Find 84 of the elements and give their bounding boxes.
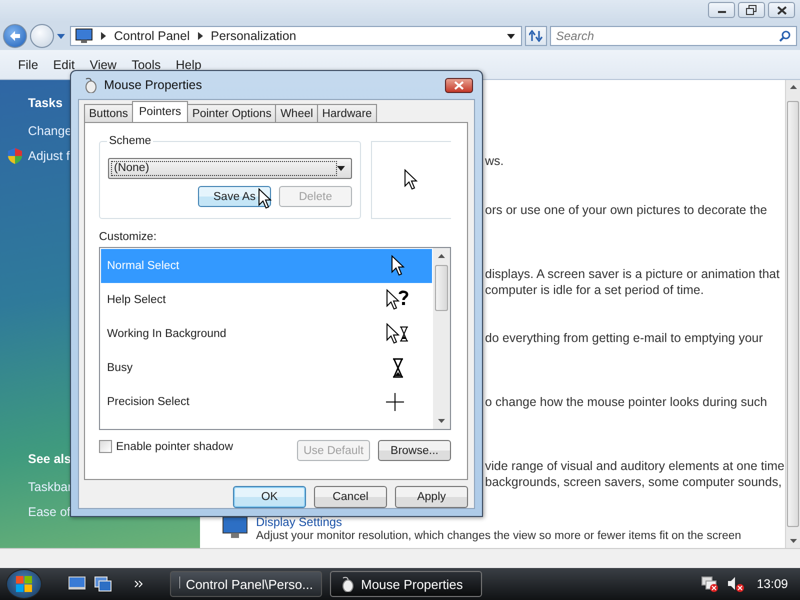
forward-button[interactable] <box>30 24 54 48</box>
close-button[interactable] <box>445 78 473 92</box>
scroll-up-icon[interactable] <box>790 85 796 89</box>
breadcrumb-item[interactable]: Control Panel <box>114 29 190 43</box>
working-pointer-icon <box>386 323 410 345</box>
history-dropdown-icon[interactable] <box>57 34 65 38</box>
menu-item[interactable]: Tools <box>132 58 161 72</box>
dialog-button[interactable]: OK <box>233 486 306 508</box>
menu-item[interactable]: Help <box>176 58 202 72</box>
refresh-button[interactable] <box>525 26 547 46</box>
tab[interactable]: Hardware <box>317 104 377 122</box>
dropdown-arrow-icon[interactable] <box>507 34 515 38</box>
breadcrumb-arrow-icon <box>101 32 106 40</box>
description-text: o change how the mouse pointer looks during such <box>485 394 768 410</box>
dropdown-arrow-icon <box>336 166 345 171</box>
pointer-list-item[interactable]: Busy <box>101 351 432 385</box>
checkbox-label: Enable pointer shadow <box>116 440 233 452</box>
description-text: do everything from getting e-mail to emptying your <box>485 330 764 346</box>
breadcrumb-item[interactable]: Personalization <box>210 29 296 43</box>
group-label: Scheme <box>107 135 154 147</box>
help-pointer-icon <box>386 289 410 311</box>
refresh-icon <box>529 30 543 42</box>
scrollbar[interactable] <box>433 248 450 429</box>
shield-icon <box>8 148 22 164</box>
chevron-icon[interactable] <box>134 580 144 588</box>
address-bar[interactable]: Control Panel Personalization <box>70 26 522 46</box>
close-icon <box>454 80 464 90</box>
taskbar-button[interactable]: Mouse Properties <box>330 571 482 597</box>
tab[interactable]: Pointer Options <box>187 104 276 122</box>
dialog-button[interactable]: Cancel <box>314 486 387 508</box>
arrow-pointer-icon <box>404 169 418 191</box>
back-button[interactable] <box>3 24 27 48</box>
scroll-up-icon[interactable] <box>438 254 445 258</box>
display-settings-link[interactable]: Display Settings <box>256 516 742 529</box>
description-text: backgrounds, screen savers, some computer sounds, <box>485 474 783 490</box>
pointer-list-item[interactable]: Help Select <box>101 283 432 317</box>
search-icon <box>779 30 791 42</box>
task-link[interactable]: Adjust f <box>28 148 70 162</box>
description-text: ors or use one of your own pictures to decorate the <box>485 202 768 218</box>
four-squares-icon <box>14 574 34 594</box>
sidebar-heading: See als <box>27 452 72 466</box>
description-text: ws. <box>485 153 505 169</box>
volume-muted-icon[interactable] <box>726 576 745 592</box>
breadcrumb-arrow-icon <box>198 32 203 40</box>
checkbox[interactable] <box>99 440 112 453</box>
pointer-button[interactable]: Browse... <box>378 440 451 461</box>
menu-item[interactable]: View <box>90 58 117 72</box>
mouse-pointer-icon <box>258 188 272 210</box>
network-disconnected-icon[interactable] <box>700 576 719 592</box>
description-text: Adjust your monitor resolution, which changes the view so more or fewer items fit on the screen <box>256 529 742 543</box>
start-button[interactable] <box>6 569 42 599</box>
dialog-button[interactable]: Apply <box>395 486 468 508</box>
tab[interactable]: Buttons <box>84 104 133 122</box>
scrollbar-thumb[interactable] <box>435 265 448 311</box>
scroll-down-icon[interactable] <box>790 539 796 543</box>
restore-button[interactable] <box>738 2 765 18</box>
close-button[interactable] <box>768 2 795 18</box>
description-text: vide range of visual and auditory elements at one time <box>485 458 785 474</box>
description-text: displays. A screen saver is a picture or animation that <box>485 266 781 282</box>
restore-icon <box>746 5 757 15</box>
customize-label: Customize: <box>99 231 158 243</box>
scrollbar[interactable] <box>785 80 800 548</box>
scrollbar-thumb[interactable] <box>787 101 799 527</box>
menu-item[interactable]: File <box>18 58 38 72</box>
back-arrow-icon <box>8 29 22 43</box>
scheme-button[interactable]: Save As <box>198 186 271 207</box>
pointer-list-item[interactable]: Working In Background <box>101 317 432 351</box>
scheme-dropdown[interactable]: (None) <box>108 158 352 179</box>
show-desktop-icon[interactable] <box>68 576 86 592</box>
task-link[interactable]: Change <box>28 124 72 138</box>
clock[interactable]: 13:09 <box>756 577 788 591</box>
minimize-button[interactable] <box>708 2 735 18</box>
close-icon <box>776 6 786 14</box>
tab[interactable]: Pointers <box>132 101 188 122</box>
menu-item[interactable]: Edit <box>53 58 75 72</box>
tab[interactable]: Wheel <box>275 104 318 122</box>
dialog-title: Mouse Properties <box>104 78 202 92</box>
sidebar-heading: Tasks <box>27 96 64 110</box>
description-text: computer is idle for a set period of time. <box>485 282 705 298</box>
scroll-down-icon[interactable] <box>438 419 445 423</box>
taskbar-button[interactable]: Control Panel\Perso... <box>170 571 322 597</box>
switch-windows-icon[interactable] <box>94 576 112 592</box>
pointer-list-item[interactable]: Precision Select <box>101 385 432 419</box>
search-field[interactable]: Search <box>550 26 797 46</box>
